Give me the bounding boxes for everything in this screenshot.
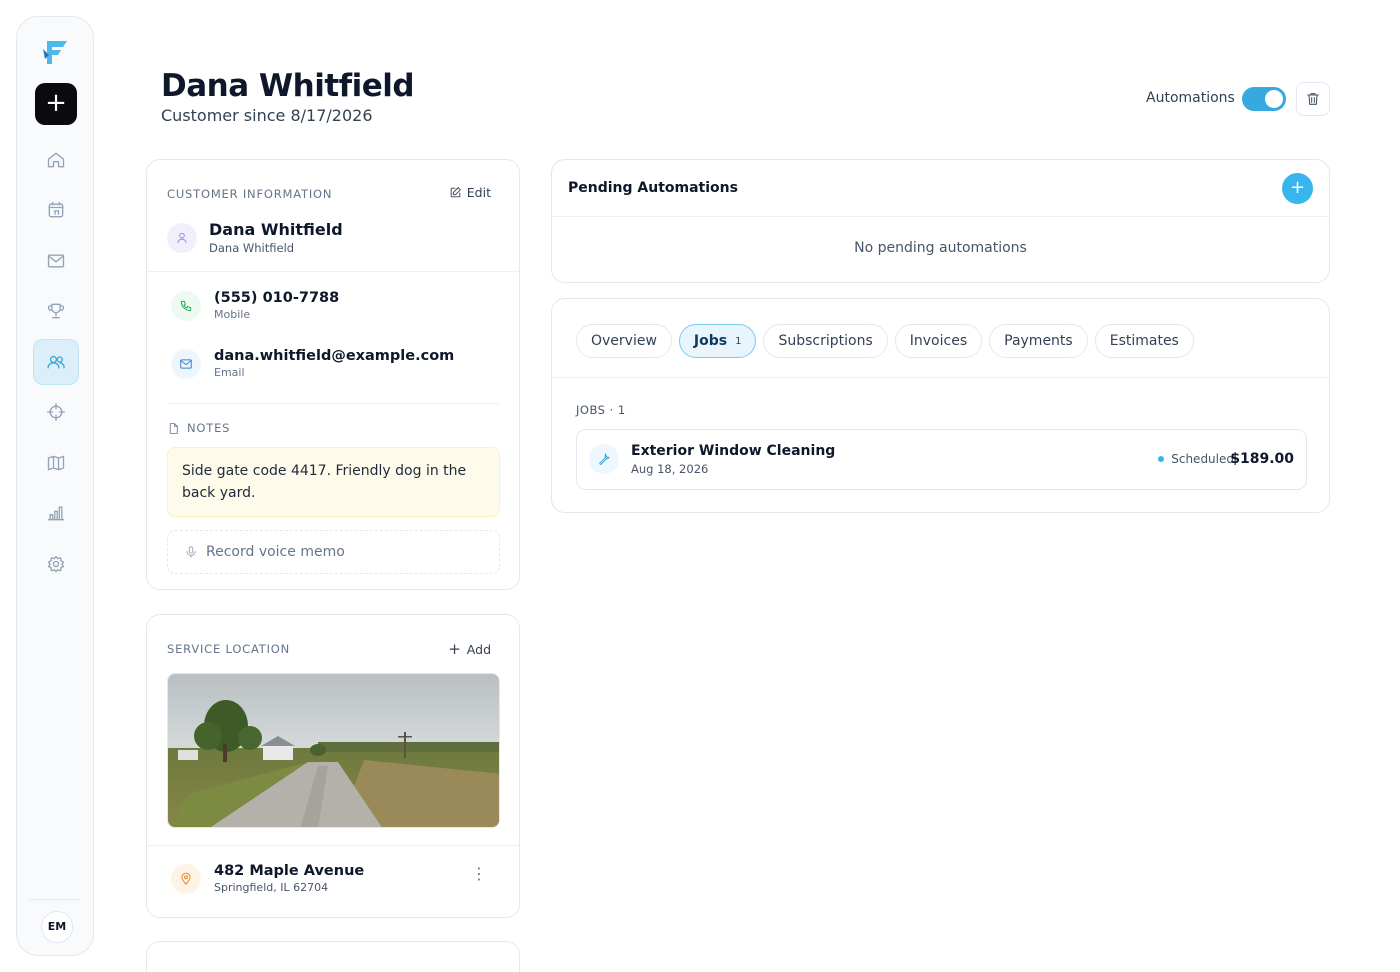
home-icon	[47, 152, 65, 168]
jobs-count-label: JOBS · 1	[576, 403, 626, 417]
plus-icon: +	[448, 640, 461, 658]
job-date: Aug 18, 2026	[631, 462, 709, 476]
empty-state-text: No pending automations	[854, 240, 1027, 256]
pending-automations-card: Pending Automations + No pending automat…	[551, 159, 1330, 283]
email-type: Email	[214, 366, 245, 379]
nav-map[interactable]	[33, 440, 79, 486]
job-price: $189.00	[1230, 451, 1294, 467]
nav-home[interactable]	[33, 137, 79, 183]
wrench-icon	[589, 444, 619, 474]
email-address: dana.whitfield@example.com	[214, 348, 455, 364]
users-icon	[47, 355, 65, 369]
phone-row[interactable]: (555) 010-7788 Mobile	[171, 290, 339, 321]
edit-button[interactable]: Edit	[449, 185, 491, 200]
divider	[147, 271, 519, 272]
phone-icon	[171, 290, 201, 321]
nav-reports[interactable]	[33, 490, 79, 536]
new-button[interactable]: +	[35, 83, 77, 125]
app-logo[interactable]	[41, 37, 71, 67]
automations-label: Automations	[1146, 90, 1235, 106]
edit-label: Edit	[466, 185, 491, 200]
tab-invoices[interactable]: Invoices	[894, 324, 983, 358]
job-row[interactable]: Exterior Window Cleaning Aug 18, 2026 Sc…	[576, 429, 1307, 490]
customer-info-card: CUSTOMER INFORMATION Edit Dana Whitfield…	[146, 159, 520, 590]
job-status-badge: Scheduled	[1158, 452, 1234, 466]
tab-subscriptions[interactable]: Subscriptions	[763, 324, 888, 358]
email-icon	[171, 348, 201, 379]
tab-bar: Overview Jobs 1 Subscriptions Invoices Pa…	[576, 324, 1194, 358]
tab-label: Payments	[1004, 333, 1073, 349]
next-card	[146, 941, 520, 972]
customer-name-sub: Dana Whitfield	[209, 241, 295, 255]
nav-calendar[interactable]	[33, 187, 79, 233]
add-label: Add	[466, 641, 491, 657]
add-automation-button[interactable]: +	[1282, 173, 1313, 204]
document-icon	[169, 422, 178, 434]
address-row[interactable]: 482 Maple Avenue Springfield, IL 62704	[171, 863, 364, 894]
customer-name-row: Dana Whitfield Dana Whitfield	[167, 220, 343, 255]
nav-targets[interactable]	[33, 389, 79, 435]
notes-text[interactable]: Side gate code 4417. Friendly dog in the…	[167, 447, 500, 517]
automations-toggle[interactable]	[1242, 87, 1286, 111]
phone-number: (555) 010-7788	[214, 290, 340, 306]
job-title: Exterior Window Cleaning	[631, 443, 836, 459]
bar-chart-icon	[47, 506, 65, 521]
sidebar-divider	[29, 899, 81, 900]
status-dot	[1158, 456, 1165, 462]
more-options-icon[interactable]: ⋮	[471, 866, 487, 882]
person-icon	[167, 222, 197, 253]
tab-count-badge: 1	[735, 335, 742, 347]
mail-icon	[47, 254, 65, 268]
sidebar: + EM	[16, 16, 94, 956]
edit-icon	[450, 187, 461, 198]
user-avatar[interactable]: EM	[41, 911, 73, 943]
divider	[552, 216, 1329, 217]
page-title: Dana Whitfield	[161, 68, 415, 104]
tab-estimates[interactable]: Estimates	[1094, 324, 1194, 358]
tab-label: Invoices	[909, 333, 968, 349]
nav-messages[interactable]	[33, 238, 79, 284]
divider	[167, 403, 499, 404]
street-view-photo	[167, 673, 500, 828]
trash-icon	[1307, 93, 1319, 105]
location-pin-icon	[171, 863, 201, 894]
notes-label: NOTES	[187, 421, 231, 435]
nav-customers[interactable]	[33, 339, 79, 385]
calendar-icon	[48, 201, 64, 218]
notes-heading: NOTES	[167, 421, 230, 435]
voice-memo-label: Record voice memo	[206, 544, 345, 560]
customer-info-heading: CUSTOMER INFORMATION	[167, 187, 333, 201]
tab-overview[interactable]: Overview	[576, 324, 672, 358]
add-location-button[interactable]: + Add	[448, 640, 491, 658]
tab-label: Subscriptions	[778, 333, 873, 349]
nav-rewards[interactable]	[33, 288, 79, 334]
map-icon	[47, 455, 65, 471]
customer-since: Customer since 8/17/2026	[161, 106, 373, 125]
street-address: 482 Maple Avenue	[214, 863, 365, 879]
divider	[147, 845, 519, 846]
tab-label: Estimates	[1109, 333, 1179, 349]
delete-customer-button[interactable]	[1296, 82, 1330, 116]
customer-tabs-card: Overview Jobs 1 Subscriptions Invoices Pa…	[551, 298, 1330, 513]
divider	[552, 377, 1329, 378]
record-voice-memo-button[interactable]: Record voice memo	[167, 530, 500, 574]
tab-label: Overview	[591, 333, 657, 349]
settings-icon	[47, 555, 65, 573]
customer-name: Dana Whitfield	[209, 220, 343, 239]
microphone-icon	[186, 546, 196, 558]
pending-automations-title: Pending Automations	[568, 180, 738, 196]
email-row[interactable]: dana.whitfield@example.com Email	[171, 348, 454, 379]
tab-payments[interactable]: Payments	[989, 324, 1088, 358]
tab-jobs[interactable]: Jobs 1	[678, 324, 757, 358]
crosshair-icon	[47, 403, 66, 421]
service-location-heading: SERVICE LOCATION	[167, 642, 291, 656]
nav-settings[interactable]	[33, 541, 79, 587]
toggle-knob	[1265, 90, 1283, 108]
service-location-card: SERVICE LOCATION + Add 482 Maple Avenue …	[146, 614, 520, 918]
phone-type: Mobile	[214, 308, 251, 321]
trophy-icon	[47, 303, 65, 319]
job-status-text: Scheduled	[1171, 452, 1234, 466]
tab-label: Jobs	[693, 333, 728, 349]
city-line: Springfield, IL 62704	[214, 881, 329, 894]
